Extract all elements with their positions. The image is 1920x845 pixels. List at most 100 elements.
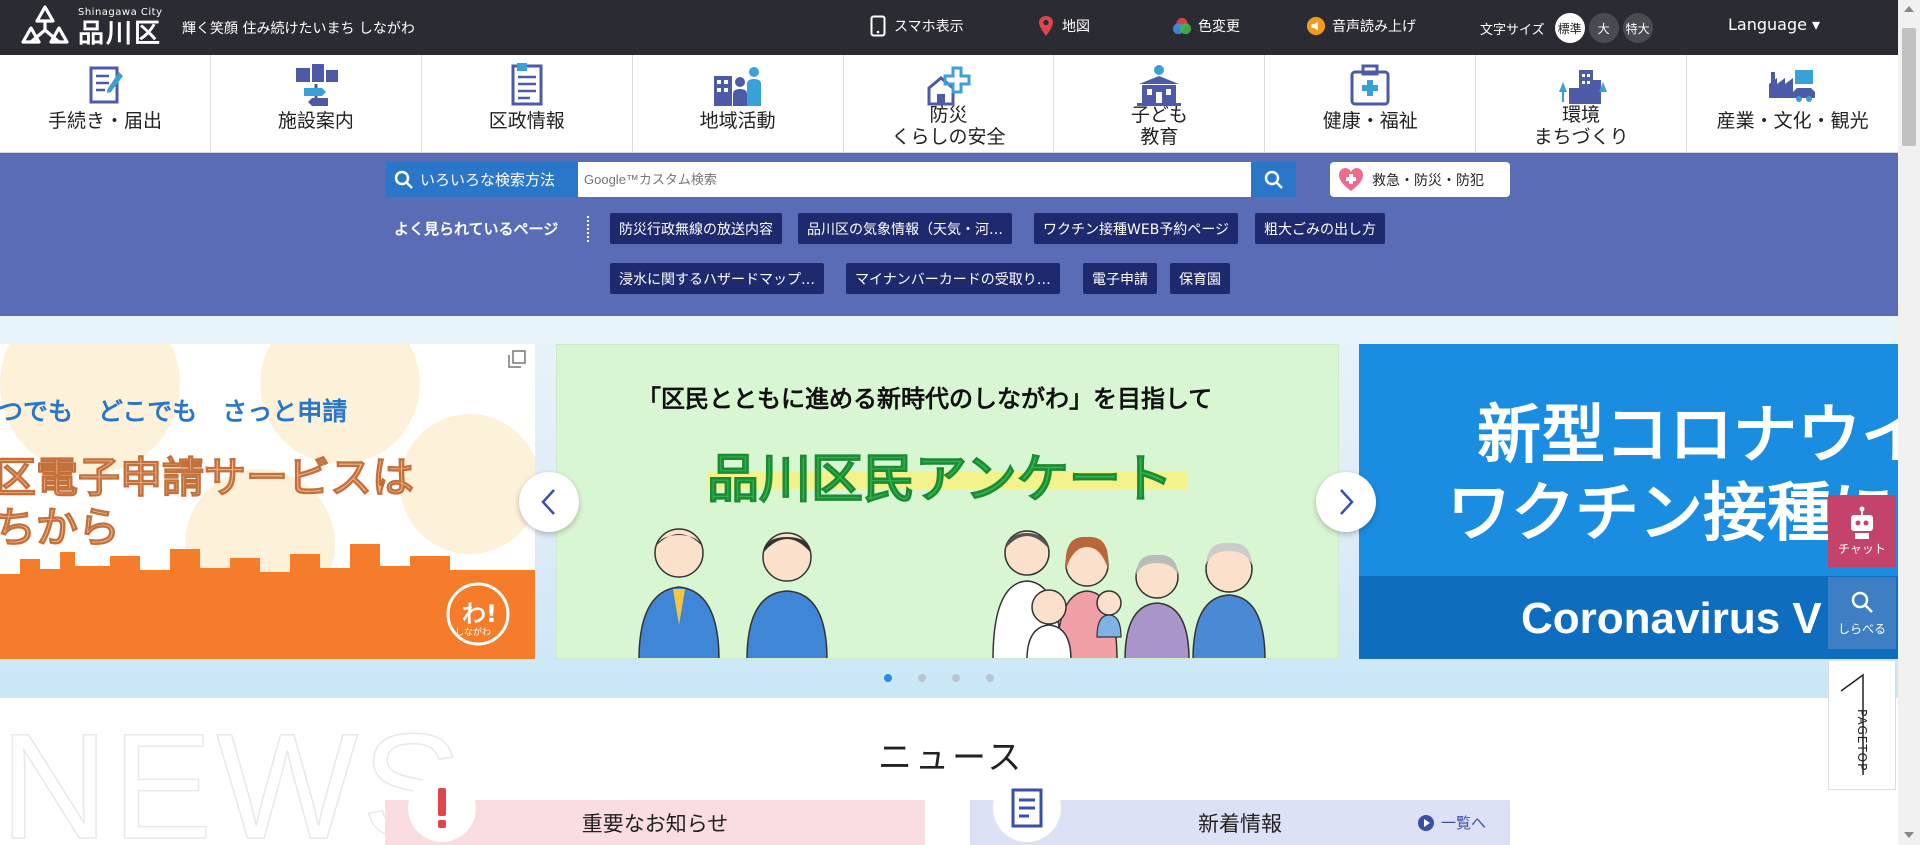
speaker-icon bbox=[1306, 15, 1326, 37]
category-label: 地域活動 bbox=[699, 110, 776, 132]
side-search-button[interactable]: しらべる bbox=[1828, 577, 1896, 649]
search-section: いろいろな検索方法 救急・防災・防犯 よく見られているページ 防災行政無線の放送… bbox=[0, 153, 1898, 316]
search-icon bbox=[394, 170, 413, 189]
smartphone-view-link[interactable]: スマホ表示 bbox=[868, 13, 964, 39]
category-facilities[interactable]: 施設案内 bbox=[211, 55, 422, 153]
news-list-link-label: 一覧へ bbox=[1440, 814, 1486, 832]
category-navigation: 手続き・届出 施設案内 区政情報 地域活動 防災 くらしの安全 子ども 教育 健… bbox=[0, 55, 1898, 153]
top-bar: Shinagawa City 品川区 輝く笑顔 住み続けたいまち しながわ スマ… bbox=[0, 0, 1898, 55]
site-tagline: 輝く笑顔 住み続けたいまち しながわ bbox=[182, 21, 415, 37]
search-methods-button[interactable]: いろいろな検索方法 bbox=[386, 162, 578, 197]
logo-japanese: 品川区 bbox=[78, 18, 163, 49]
banner-carousel: つでも どこでも さっと申請 区電子申請サービスは ちから わ! しながわ 「区… bbox=[0, 316, 1898, 698]
search-icon bbox=[1851, 591, 1873, 613]
tab-latest-news[interactable]: 新着情報 一覧へ bbox=[970, 774, 1510, 845]
category-children-education[interactable]: 子ども 教育 bbox=[1054, 55, 1266, 153]
safety-house-icon bbox=[927, 66, 970, 106]
color-change-icon bbox=[1172, 15, 1192, 37]
category-environment-town[interactable]: 環境 まちづくり bbox=[1476, 55, 1688, 153]
city-buildings-icon bbox=[1559, 70, 1608, 104]
carousel-dot-1[interactable] bbox=[884, 674, 892, 682]
exclamation-icon bbox=[408, 774, 476, 842]
category-label: 防災 くらしの安全 bbox=[891, 104, 1006, 148]
carousel-prev-button[interactable] bbox=[519, 472, 579, 532]
popular-link[interactable]: 防災行政無線の放送内容 bbox=[610, 213, 782, 244]
popular-link[interactable]: 粗大ごみの出し方 bbox=[1255, 213, 1385, 244]
side-search-label: しらべる bbox=[1837, 621, 1886, 636]
map-label: 地図 bbox=[1062, 19, 1090, 35]
popular-link[interactable]: 品川区の気象情報（天気・河… bbox=[798, 213, 1012, 244]
category-disaster-safety[interactable]: 防災 くらしの安全 bbox=[844, 55, 1055, 153]
chevron-left-icon bbox=[541, 489, 555, 515]
emergency-link-button[interactable]: 救急・防災・防犯 bbox=[1330, 162, 1510, 197]
slide-online-application[interactable]: つでも どこでも さっと申請 区電子申請サービスは ちから わ! しながわ bbox=[0, 344, 535, 659]
slide-left-line1: つでも どこでも さっと申請 bbox=[0, 397, 348, 426]
search-icon bbox=[1264, 170, 1283, 189]
carousel-dots bbox=[884, 674, 1020, 682]
font-size-large-button[interactable]: 大 bbox=[1588, 13, 1619, 43]
slide-left-line3: ちから bbox=[0, 503, 121, 553]
category-label: 産業・文化・観光 bbox=[1716, 110, 1869, 132]
category-label: 手続き・届出 bbox=[47, 110, 162, 132]
survey-people-illustration bbox=[638, 528, 1266, 658]
read-aloud-label: 音声読み上げ bbox=[1332, 19, 1416, 35]
page-top-button[interactable]: PAGETOP bbox=[1828, 660, 1896, 790]
category-label: 環境 まちづくり bbox=[1533, 104, 1629, 148]
expand-icon[interactable] bbox=[508, 350, 526, 368]
popular-pages-label: よく見られているページ bbox=[394, 220, 559, 238]
wa-badge: わ! bbox=[462, 600, 497, 628]
chat-button[interactable]: チャット bbox=[1828, 495, 1896, 567]
popular-link[interactable]: マイナンバーカードの受取り… bbox=[846, 263, 1060, 294]
category-administration[interactable]: 区政情報 bbox=[422, 55, 633, 153]
heart-cross-icon bbox=[1339, 167, 1363, 191]
logo-english: Shinagawa City bbox=[78, 6, 163, 18]
popular-link[interactable]: ワクチン接種WEB予約ページ bbox=[1034, 213, 1239, 244]
scroll-up-arrow-icon[interactable] bbox=[1904, 6, 1914, 12]
site-logo[interactable]: Shinagawa City 品川区 bbox=[20, 4, 163, 50]
category-label: 子ども 教育 bbox=[1130, 104, 1188, 148]
page-top-arrow-icon bbox=[1840, 673, 1864, 775]
scrollbar-thumb[interactable] bbox=[1902, 28, 1916, 146]
slide-resident-survey[interactable]: 「区民とともに進める新時代のしながわ」を目指して 品川区民アンケート bbox=[556, 344, 1339, 659]
slide-covid-vaccine[interactable]: 新型コロナウイ ワクチン接種に Coronavirus V bbox=[1359, 344, 1898, 659]
category-label: 区政情報 bbox=[488, 110, 565, 132]
carousel-dot-4[interactable] bbox=[986, 674, 994, 682]
carousel-dot-2[interactable] bbox=[918, 674, 926, 682]
popular-link[interactable]: 保育園 bbox=[1170, 263, 1230, 294]
font-size-standard-button[interactable]: 標準 bbox=[1554, 13, 1585, 43]
vertical-scrollbar[interactable] bbox=[1898, 0, 1920, 845]
carousel-dot-3[interactable] bbox=[952, 674, 960, 682]
shinagawa-emblem-icon bbox=[21, 5, 69, 44]
school-icon bbox=[1137, 65, 1182, 106]
popular-divider bbox=[587, 216, 589, 242]
emergency-label: 救急・防災・防犯 bbox=[1372, 172, 1484, 189]
map-pin-icon bbox=[1036, 15, 1056, 37]
category-community[interactable]: 地域活動 bbox=[633, 55, 844, 153]
popular-link[interactable]: 浸水に関するハザードマップ… bbox=[610, 263, 824, 294]
category-health-welfare[interactable]: 健康・福祉 bbox=[1265, 55, 1477, 153]
news-list-link[interactable]: 一覧へ bbox=[1417, 812, 1486, 833]
report-document-icon bbox=[511, 63, 543, 106]
carousel-next-button[interactable] bbox=[1316, 472, 1376, 532]
font-size-label: 文字サイズ bbox=[1480, 22, 1545, 38]
map-link[interactable]: 地図 bbox=[1036, 13, 1090, 39]
tab-important-notices[interactable]: 重要なお知らせ bbox=[385, 774, 925, 845]
facility-signpost-icon bbox=[295, 64, 338, 106]
search-submit-button[interactable] bbox=[1251, 162, 1296, 197]
news-heading: ニュース bbox=[878, 738, 1025, 778]
robot-icon bbox=[1851, 506, 1873, 539]
category-industry-culture-tourism[interactable]: 産業・文化・観光 bbox=[1687, 55, 1898, 153]
read-aloud-link[interactable]: 音声読み上げ bbox=[1306, 13, 1416, 39]
slide-right-line3: Coronavirus V bbox=[1521, 594, 1822, 643]
news-document-icon bbox=[993, 774, 1061, 842]
first-aid-icon bbox=[1350, 64, 1390, 106]
tab-latest-label: 新着情報 bbox=[1198, 811, 1282, 836]
scroll-down-arrow-icon[interactable] bbox=[1904, 832, 1914, 838]
category-procedures[interactable]: 手続き・届出 bbox=[0, 55, 211, 153]
industry-icon bbox=[1768, 70, 1815, 102]
popular-link[interactable]: 電子申請 bbox=[1083, 263, 1157, 294]
language-dropdown[interactable]: Language ▾ bbox=[1728, 15, 1820, 34]
custom-search-input[interactable] bbox=[578, 162, 1251, 197]
font-size-extra-large-button[interactable]: 特大 bbox=[1622, 13, 1653, 43]
color-change-link[interactable]: 色変更 bbox=[1172, 13, 1240, 39]
